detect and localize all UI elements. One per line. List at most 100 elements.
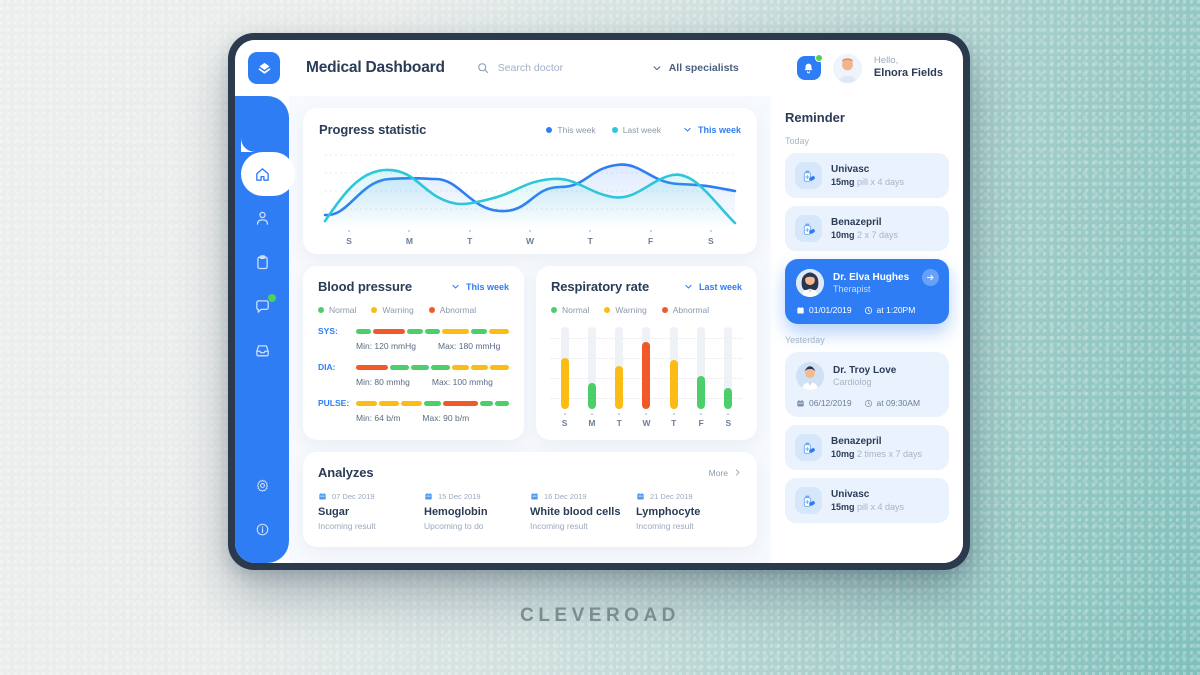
sidebar-item-records[interactable] — [235, 240, 289, 284]
medication-reminder-item[interactable]: Univasc 15mg pill x 4 days — [785, 153, 949, 198]
calendar-icon — [425, 492, 432, 500]
doctor-name: Dr. Elva Hughes — [833, 272, 910, 283]
bp-segment — [443, 400, 478, 406]
medication-dose: 10mg 2 times x 7 days — [831, 449, 923, 459]
bp-segment — [372, 328, 405, 334]
tick-dot — [649, 230, 652, 232]
legend-dot — [551, 307, 557, 313]
bp-row-pulse: PULSE: Min: 64 b/m Max: 90 b/m — [318, 398, 509, 423]
notifications-button[interactable] — [796, 54, 823, 80]
x-tick-label: T — [467, 236, 473, 246]
user-greeting: Hello, Elnora Fields — [874, 55, 943, 81]
bp-row-label: DIA: — [318, 362, 336, 372]
pill-bottle-icon — [803, 495, 815, 507]
bp-segment — [451, 364, 470, 370]
legend-item-normal: Normal — [318, 305, 356, 315]
sidebar-item-messages[interactable] — [235, 284, 289, 328]
legend-dot — [546, 126, 553, 133]
respiratory-range-label: Last week — [698, 281, 742, 292]
respiratory-bar-chart — [551, 327, 742, 409]
legend-label: Abnormal — [439, 305, 477, 315]
medication-reminder-item[interactable]: Univasc 15mg pill x 4 days — [785, 478, 949, 523]
avatar-image — [832, 53, 862, 83]
x-tick: S — [715, 413, 742, 428]
progress-line-chart — [319, 143, 741, 229]
analyzes-more-link[interactable]: More — [709, 468, 742, 478]
pill-bottle-icon-wrap — [795, 215, 822, 242]
x-tick-label: S — [561, 418, 568, 428]
bp-segment — [423, 400, 442, 406]
arrow-right-icon — [927, 274, 934, 281]
pill-bottle-icon — [803, 442, 815, 454]
appointment-time: at 1:20PM — [864, 305, 915, 315]
x-tick-label: T — [671, 418, 677, 428]
analysis-status: Incoming result — [636, 521, 694, 531]
analysis-date: 15 Dec 2019 — [438, 492, 481, 501]
progress-legend: This week Last week — [546, 125, 661, 135]
bar-fill — [724, 387, 733, 409]
analysis-date-row: 16 Dec 2019 — [530, 492, 636, 501]
appointment-reminder-item[interactable]: Dr. Troy Love Cardiolog 06/12/2019 at 09:30… — [785, 352, 949, 417]
legend-label: Normal — [329, 305, 357, 315]
medication-name: Benazepril — [831, 436, 882, 447]
app-logo[interactable] — [248, 52, 280, 84]
page-title: Medical Dashboard — [306, 59, 445, 76]
medication-reminder-item[interactable]: Benazepril 10mg 2 times x 7 days — [785, 425, 949, 470]
x-tick-label: S — [725, 418, 732, 428]
bp-segment — [406, 328, 423, 334]
appointment-reminder-item[interactable]: Dr. Elva Hughes Therapist 01/01/2019 at 1:2… — [785, 259, 949, 324]
blood-pressure-title: Blood pressure — [318, 279, 412, 294]
legend-item-normal: Normal — [551, 305, 589, 315]
sidebar-item-inbox[interactable] — [235, 328, 289, 372]
search-box[interactable] — [477, 62, 648, 74]
reminder-group-label: Yesterday — [785, 335, 825, 345]
x-tick: S — [319, 230, 379, 246]
analysis-item[interactable]: 07 Dec 2019 Sugar Incoming result — [318, 492, 424, 531]
respiratory-bar-column — [687, 327, 714, 409]
legend-item-warning: Warning — [371, 305, 414, 315]
calendar-icon — [319, 492, 326, 500]
doctor-role: Cardiolog — [833, 377, 872, 387]
analysis-status: Incoming result — [318, 521, 376, 531]
pill-bottle-icon-wrap — [795, 487, 822, 514]
respiratory-title: Respiratory rate — [551, 279, 650, 294]
user-name: Elnora Fields — [873, 67, 943, 80]
sidebar-item-home[interactable] — [235, 152, 295, 196]
specialists-filter-dropdown[interactable]: All specialists — [652, 62, 739, 74]
analyzes-title: Analyzes — [318, 465, 374, 480]
tick-dot — [348, 230, 351, 232]
progress-range-dropdown[interactable]: This week — [683, 125, 741, 135]
medication-dose: 15mg pill x 4 days — [831, 177, 905, 187]
bar-fill — [669, 359, 678, 409]
bp-segment — [410, 364, 430, 370]
appointment-header: Dr. Elva Hughes Therapist — [796, 269, 938, 297]
analysis-item[interactable]: 15 Dec 2019 Hemoglobin Upcoming to do — [424, 492, 530, 531]
clock-icon — [864, 399, 872, 407]
sidebar-item-doctors[interactable] — [235, 196, 289, 240]
legend-item-last-week: Last week — [611, 125, 661, 135]
reminder-panel[interactable]: Reminder Today Univasc 15mg pill x 4 days B… — [771, 96, 963, 563]
tick-dot — [672, 413, 675, 415]
appointment-open-button[interactable] — [922, 269, 939, 286]
x-tick-label: T — [616, 418, 622, 428]
x-tick-label: F — [647, 236, 654, 246]
blood-pressure-range-dropdown[interactable]: This week — [451, 282, 509, 292]
respiratory-header: Respiratory rate Last week — [551, 279, 742, 294]
x-tick-label: W — [642, 418, 651, 428]
respiratory-range-dropdown[interactable]: Last week — [684, 282, 742, 292]
bp-segment-bar — [356, 364, 510, 370]
analysis-item[interactable]: 21 Dec 2019 Lymphocyte Incoming result — [636, 492, 742, 531]
sidebar-item-settings[interactable] — [235, 463, 289, 507]
bp-minmax: Min: 80 mmhg Max: 100 mmhg — [356, 377, 509, 387]
sidebar-nav — [235, 96, 295, 563]
search-input[interactable] — [497, 62, 648, 74]
bp-row-label: SYS: — [318, 326, 338, 336]
sidebar-item-info[interactable] — [235, 507, 289, 551]
tick-dot — [709, 230, 712, 232]
greeting-text: Hello, — [873, 55, 899, 67]
avatar[interactable] — [832, 53, 862, 83]
analysis-item[interactable]: 16 Dec 2019 White blood cells Incoming res… — [530, 492, 636, 531]
medication-reminder-item[interactable]: Benazepril 10mg 2 x 7 days — [785, 206, 949, 251]
bar-fill — [697, 376, 706, 409]
pill-bottle-icon — [803, 170, 815, 182]
